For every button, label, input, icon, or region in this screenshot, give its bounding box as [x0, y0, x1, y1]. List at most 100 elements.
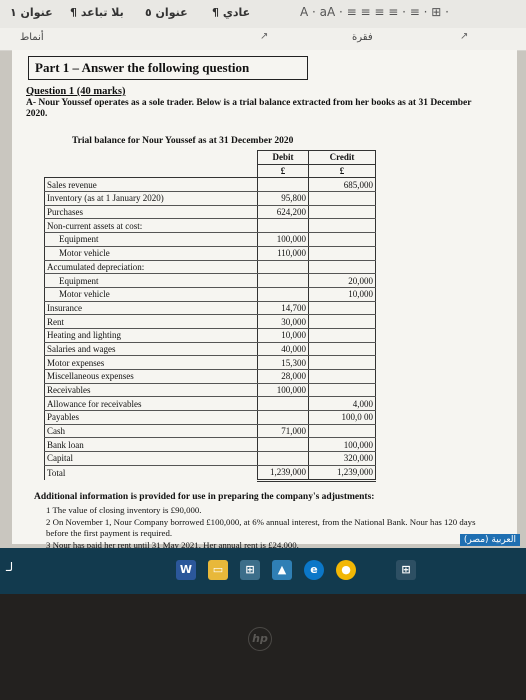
- row-debit: 110,000: [257, 246, 309, 261]
- document-page[interactable]: Part 1 – Answer the following question Q…: [12, 50, 517, 550]
- row-debit: 14,700: [257, 301, 309, 316]
- input-indicator-icon[interactable]: لـ: [6, 560, 13, 574]
- row-label: Capital: [44, 451, 258, 466]
- row-label: Heating and lighting: [44, 328, 258, 343]
- row-label: Equipment: [44, 273, 258, 288]
- table-row: Motor expenses 15,300: [44, 355, 376, 370]
- row-debit: 28,000: [257, 369, 309, 384]
- row-label: Non-current assets at cost:: [44, 218, 258, 234]
- word-icon[interactable]: W: [176, 560, 196, 580]
- row-debit: [257, 273, 309, 288]
- row-label: Motor vehicle: [44, 246, 258, 261]
- row-debit: [257, 260, 309, 275]
- debit-unit: £: [257, 163, 309, 178]
- table-row: Capital 320,000: [44, 451, 376, 466]
- row-credit: 20,000: [308, 273, 376, 288]
- row-label: Inventory (as at 1 January 2020): [44, 191, 258, 206]
- row-label: Payables: [44, 410, 258, 425]
- row-debit: 30,000: [257, 314, 309, 329]
- calculator-icon[interactable]: ⊞: [396, 560, 416, 580]
- credit-header: Credit: [308, 150, 376, 165]
- row-debit: 95,800: [257, 191, 309, 206]
- credit-unit: £: [308, 163, 376, 178]
- row-debit: 100,000: [257, 232, 309, 247]
- row-debit: 71,000: [257, 424, 309, 439]
- table-row: Miscellaneous expenses 28,000: [44, 369, 376, 384]
- row-label: Sales revenue: [44, 177, 258, 193]
- row-credit: [308, 369, 376, 384]
- row-credit: [308, 342, 376, 357]
- row-debit: 1,239,000: [257, 465, 309, 482]
- table-row: Accumulated depreciation:: [44, 260, 376, 275]
- row-credit: [308, 246, 376, 261]
- table-row: Sales revenue 685,000: [44, 177, 376, 193]
- table-row: Rent 30,000: [44, 314, 376, 329]
- row-label: Motor vehicle: [44, 287, 258, 302]
- row-label: Miscellaneous expenses: [44, 369, 258, 384]
- row-debit: [257, 177, 309, 193]
- row-credit: [308, 191, 376, 206]
- hp-logo-icon: hp: [248, 627, 272, 651]
- style-heading-5[interactable]: عنوان ٥: [145, 6, 188, 19]
- photos-icon[interactable]: ▲: [272, 560, 292, 580]
- part-title: Part 1 – Answer the following question: [28, 56, 308, 80]
- row-label: Accumulated depreciation:: [44, 260, 258, 275]
- trial-balance-table: Debit Credit £ £ Sales revenue 685,000 Inv…: [44, 150, 376, 482]
- note-1: 1 The value of closing inventory is £90,…: [46, 505, 202, 515]
- row-credit: [308, 232, 376, 247]
- table-row: Insurance 14,700: [44, 301, 376, 316]
- row-credit: [308, 328, 376, 343]
- store-icon[interactable]: ⊞: [240, 560, 260, 580]
- row-credit: 320,000: [308, 451, 376, 466]
- question-title: Question 1 (40 marks): [26, 86, 126, 97]
- language-indicator[interactable]: (مصر) العربية: [459, 534, 520, 546]
- debit-header: Debit: [257, 150, 309, 165]
- row-debit: [257, 287, 309, 302]
- row-debit: [257, 451, 309, 466]
- note-2: 2 On November 1, Nour Company borrowed £…: [46, 517, 476, 538]
- row-credit: 100,000: [308, 437, 376, 453]
- row-credit: [308, 424, 376, 439]
- row-label: Rent: [44, 314, 258, 329]
- row-credit: [308, 260, 376, 275]
- style-normal[interactable]: ¶ عادي: [212, 6, 250, 19]
- row-debit: [257, 396, 309, 412]
- row-debit: [257, 410, 309, 425]
- style-no-spacing[interactable]: ¶ بلا تباعد: [70, 6, 124, 19]
- dialog-launcher-icon[interactable]: ↗: [460, 31, 468, 42]
- trial-balance-rows: Sales revenue 685,000 Inventory (as at 1 J…: [44, 177, 376, 482]
- row-credit: 1,239,000: [308, 465, 376, 482]
- row-credit: [308, 314, 376, 329]
- file-explorer-icon[interactable]: ▭: [208, 560, 228, 580]
- edge-icon[interactable]: e: [304, 560, 324, 580]
- chrome-icon[interactable]: ●: [336, 560, 356, 580]
- table-row: Inventory (as at 1 January 2020) 95,800: [44, 191, 376, 206]
- table-row: Receivables 100,000: [44, 383, 376, 398]
- row-label: Allowance for receivables: [44, 396, 258, 412]
- dialog-launcher-icon[interactable]: ↗: [260, 31, 268, 42]
- row-label: Purchases: [44, 205, 258, 220]
- additional-info-title: Additional information is provided for u…: [34, 492, 375, 502]
- ribbon-group-labels: أنماط ↗ فقرة ↗: [0, 28, 526, 51]
- row-debit: 624,200: [257, 205, 309, 220]
- table-row: Salaries and wages 40,000: [44, 342, 376, 357]
- row-label: Salaries and wages: [44, 342, 258, 357]
- row-label: Insurance: [44, 301, 258, 316]
- row-credit: [308, 301, 376, 316]
- row-label: Motor expenses: [44, 355, 258, 370]
- row-credit: 4,000: [308, 396, 376, 412]
- table-row: Equipment 100,000: [44, 232, 376, 247]
- trial-balance-title: Trial balance for Nour Youssef as at 31 …: [72, 136, 294, 146]
- row-debit: 40,000: [257, 342, 309, 357]
- row-label: Receivables: [44, 383, 258, 398]
- table-row: Equipment 20,000: [44, 273, 376, 288]
- table-row: Non-current assets at cost:: [44, 218, 376, 234]
- row-label: Cash: [44, 424, 258, 439]
- table-row: Motor vehicle 10,000: [44, 287, 376, 302]
- table-row: Payables 100,0 00: [44, 410, 376, 425]
- row-credit: [308, 205, 376, 220]
- style-heading-1[interactable]: عنوان ١: [10, 6, 53, 19]
- question-text: A- Nour Youssef operates as a sole trade…: [26, 98, 472, 119]
- format-toolbar[interactable]: A · aA · ≡ ≡ ≡ ≡ · ≡ · ⊞ ·: [300, 5, 449, 19]
- table-row: Purchases 624,200: [44, 205, 376, 220]
